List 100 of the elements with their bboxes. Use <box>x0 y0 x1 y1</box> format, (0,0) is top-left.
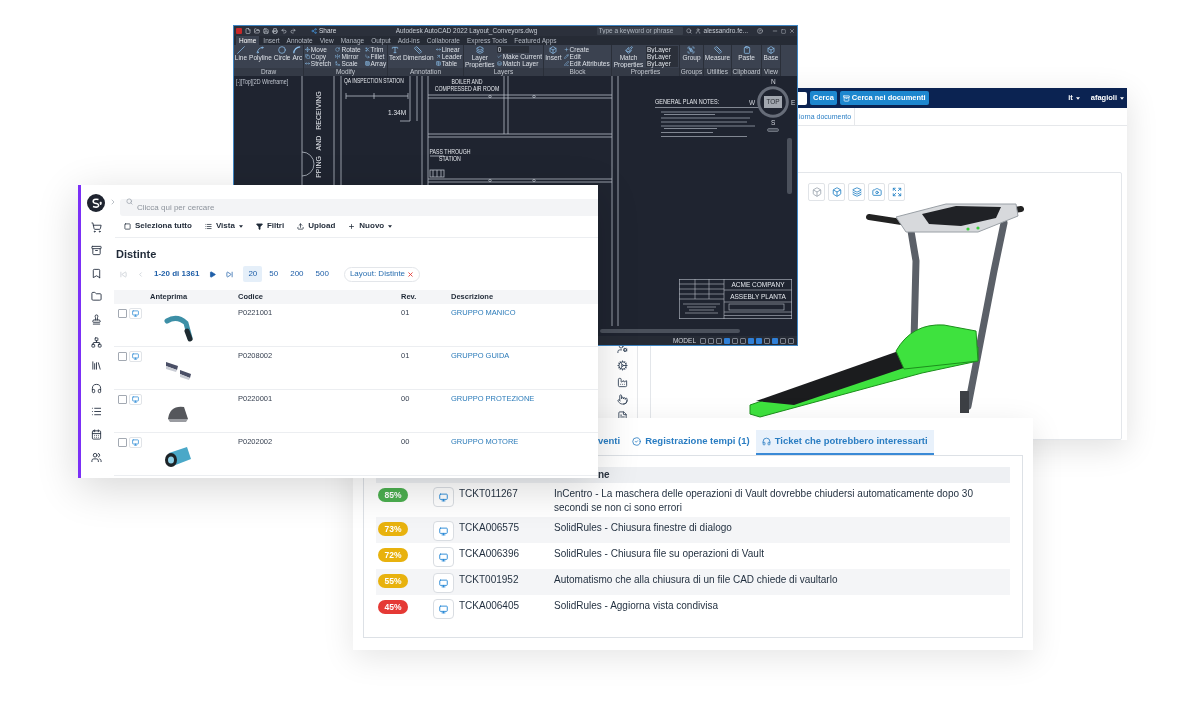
search-icon[interactable] <box>685 28 692 34</box>
page-size-button[interactable]: 200 <box>285 266 309 282</box>
mirror-icon <box>335 54 341 59</box>
preview-button[interactable] <box>129 308 142 319</box>
horizontal-scrollbar[interactable] <box>600 329 740 333</box>
skip-back-icon <box>120 270 127 278</box>
camera-icon <box>871 187 882 197</box>
tab[interactable]: venti <box>598 430 627 455</box>
file-icon[interactable] <box>245 28 251 34</box>
stamp-icon[interactable] <box>90 314 102 325</box>
maximize-icon[interactable] <box>781 28 786 34</box>
archive-box-icon[interactable] <box>90 245 102 256</box>
compass-ring-icon[interactable] <box>757 86 789 118</box>
books-icon[interactable] <box>90 360 102 371</box>
preview-button[interactable] <box>433 599 454 619</box>
pencil-icon <box>563 54 569 59</box>
user-gear-icon[interactable] <box>617 343 628 354</box>
search-field[interactable] <box>798 91 807 105</box>
move-arrows-icon <box>304 47 310 52</box>
row-checkbox[interactable] <box>118 395 127 404</box>
vertical-scrollbar[interactable] <box>787 138 792 194</box>
status-toggle-button[interactable] <box>748 337 754 344</box>
preview-button[interactable] <box>129 394 142 405</box>
preview-button[interactable] <box>433 521 454 541</box>
cart-icon[interactable] <box>90 222 102 233</box>
viewer-tool-button[interactable] <box>848 183 865 201</box>
status-toggle-button[interactable] <box>772 337 778 344</box>
monitor-icon <box>439 604 448 614</box>
next-page-button[interactable] <box>209 270 217 278</box>
cover-part-drawing <box>168 406 188 422</box>
last-page-button[interactable] <box>226 270 234 278</box>
toolbar-button[interactable]: Vista <box>204 220 243 232</box>
column-header[interactable]: ne <box>598 468 610 482</box>
hand-pointer-icon[interactable] <box>617 394 628 405</box>
people-icon[interactable] <box>90 452 102 463</box>
status-toggle-button[interactable] <box>740 337 746 344</box>
tab[interactable]: Registrazione tempi (1) <box>626 430 756 455</box>
undo-icon[interactable] <box>281 28 287 34</box>
table-row[interactable]: 55% TCKT001952 Automatismo che alla chiusura di un file CAD chiede di vaultarlo <box>376 569 1010 595</box>
preview-button[interactable] <box>433 547 454 567</box>
headset-icon <box>761 437 771 446</box>
status-toggle-button[interactable] <box>732 337 738 344</box>
table-row[interactable]: 73% TCKA006575 SolidRules - Chiusura finestre di dialogo <box>376 517 1010 543</box>
folder-icon[interactable] <box>90 291 102 302</box>
status-toggle-button[interactable] <box>700 337 706 344</box>
calendar-icon[interactable] <box>90 429 102 440</box>
redo-icon[interactable] <box>290 28 296 34</box>
bookmark-icon[interactable] <box>90 268 102 279</box>
status-toggle-button[interactable] <box>708 337 714 344</box>
toolbar-button[interactable]: Nuovo <box>348 220 393 232</box>
monitor-icon <box>132 310 139 317</box>
status-toggle-button[interactable] <box>756 337 762 344</box>
preview-button[interactable] <box>433 487 454 507</box>
viewcube-menu-button[interactable] <box>767 128 779 132</box>
viewer-tool-button[interactable] <box>828 183 845 201</box>
headset-icon[interactable] <box>90 383 102 394</box>
row-checkbox[interactable] <box>118 309 127 318</box>
factory-icon[interactable] <box>617 377 628 388</box>
monitor-icon <box>132 396 139 403</box>
preview-button[interactable] <box>433 573 454 593</box>
pen-icon <box>563 61 569 66</box>
toolbar-button[interactable]: Upload <box>297 220 336 232</box>
viewer-tool-button[interactable] <box>888 183 905 201</box>
toolbar-button[interactable]: Seleziona tutto <box>124 220 192 232</box>
monitor-icon <box>439 526 448 536</box>
caret-icon <box>238 224 243 228</box>
list-icon[interactable] <box>90 406 102 417</box>
score-badge: 45% <box>378 600 408 614</box>
score-badge: 55% <box>378 574 408 588</box>
search-field[interactable]: Clicca qui per cercare <box>120 199 598 216</box>
toolbar-button[interactable]: Filtri <box>255 220 285 232</box>
layers-icon <box>475 46 484 54</box>
viewer-tool-button[interactable] <box>868 183 885 201</box>
gear-icon[interactable] <box>617 360 628 371</box>
status-toggle-button[interactable] <box>780 337 786 344</box>
ticket-code: TCKT011267 <box>459 487 519 501</box>
preview-button[interactable] <box>129 437 142 448</box>
save-icon[interactable] <box>263 28 269 34</box>
status-toggle-button[interactable] <box>716 337 722 344</box>
printer-icon[interactable] <box>272 28 278 34</box>
page-size-button[interactable]: 50 <box>264 266 284 282</box>
remove-icon[interactable] <box>407 270 415 278</box>
page-size-button[interactable]: 20 <box>243 266 263 282</box>
row-checkbox[interactable] <box>118 352 127 361</box>
logo-icon[interactable] <box>87 194 105 212</box>
tab[interactable]: Ticket che potrebbero interessarti <box>755 430 934 455</box>
status-toggle-button[interactable] <box>788 337 794 344</box>
hierarchy-icon[interactable] <box>90 337 102 348</box>
search-icon <box>126 198 133 205</box>
status-toggle-button[interactable] <box>724 337 730 344</box>
status-toggle-button[interactable] <box>764 337 770 344</box>
close-icon[interactable] <box>789 28 795 34</box>
ticket-code: TCKA006575 <box>459 521 521 535</box>
page-size-button[interactable]: 500 <box>310 266 334 282</box>
check-circle-icon <box>632 437 642 446</box>
row-checkbox[interactable] <box>118 438 127 447</box>
ticket-code: TCKA006396 <box>459 547 521 561</box>
copy-icon <box>304 54 310 59</box>
help-icon[interactable] <box>757 28 763 34</box>
preview-button[interactable] <box>129 351 142 362</box>
